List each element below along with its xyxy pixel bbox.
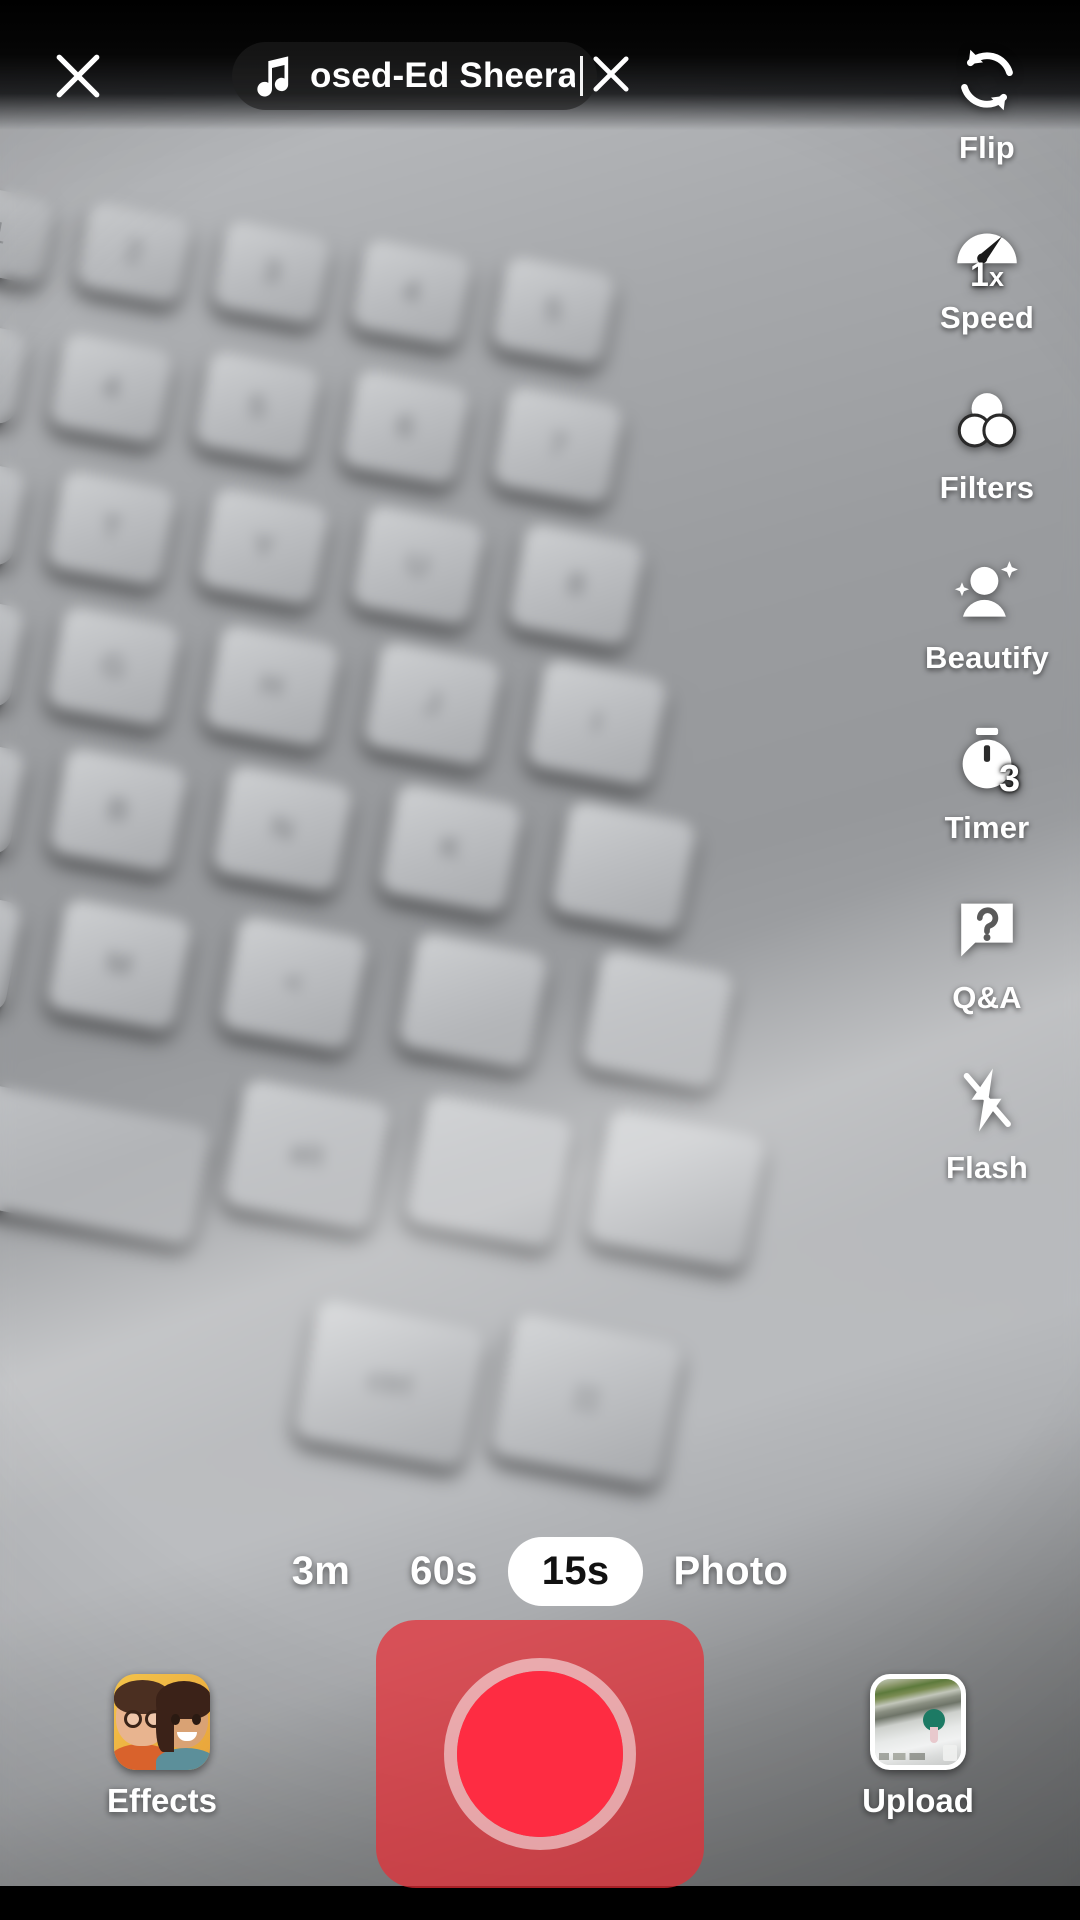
bottom-controls: 3m 60s 15s Photo Effects Upload [0,1537,1080,1920]
tool-label: Q&A [952,980,1022,1015]
mode-3m[interactable]: 3m [262,1537,380,1606]
beautify-icon [943,546,1031,634]
upload-thumbnail [870,1674,966,1770]
dismiss-music-button[interactable] [580,45,642,107]
record-ring [444,1658,636,1850]
tool-label: Speed [939,300,1035,335]
filters-icon [943,376,1031,464]
flip-camera-icon [943,36,1031,124]
tool-flash[interactable]: Flash [894,1056,1080,1226]
tool-beautify[interactable]: Beautify [894,546,1080,716]
tool-qa[interactable]: Q&A [894,886,1080,1056]
music-title: osed-Ed Sheeran [310,56,575,95]
shutter-row: Effects Upload [0,1620,1080,1920]
timer-value: 3 [999,758,1021,800]
record-button[interactable] [376,1620,704,1888]
effects-thumbnail [114,1674,210,1770]
tool-timer[interactable]: 3 Timer [894,716,1080,886]
flash-off-icon [943,1056,1031,1144]
tool-flip[interactable]: Flip [894,36,1080,206]
effects-label: Effects [106,1782,218,1819]
tool-label: Flash [946,1150,1028,1185]
speedometer-icon: 1x [943,206,1031,294]
camera-tools-rail: Flip 1x Speed Filters Beautify 3 Timer Q… [894,36,1080,1226]
music-selector-button[interactable]: osed-Ed Sheeran [232,42,597,110]
timer-icon: 3 [943,716,1031,804]
question-bubble-icon [943,886,1031,974]
close-camera-button[interactable] [42,40,114,112]
effects-button[interactable]: Effects [62,1674,262,1820]
music-note-icon [254,54,294,98]
mode-60s[interactable]: 60s [380,1537,508,1606]
upload-button[interactable]: Upload [818,1674,1018,1820]
tool-label: Flip [959,130,1015,165]
close-icon [48,46,108,106]
tool-label: Filters [939,470,1035,505]
record-inner-dot [457,1671,623,1837]
mode-photo[interactable]: Photo [643,1537,818,1606]
tool-label: Timer [944,810,1030,845]
tool-speed[interactable]: 1x Speed [894,206,1080,376]
capture-mode-selector: 3m 60s 15s Photo [0,1537,1080,1606]
close-icon [585,48,637,105]
tool-filters[interactable]: Filters [894,376,1080,546]
tool-label: Beautify [925,640,1049,675]
mode-15s[interactable]: 15s [507,1537,644,1606]
speed-value: 1x [970,256,1004,294]
upload-label: Upload [862,1782,974,1819]
